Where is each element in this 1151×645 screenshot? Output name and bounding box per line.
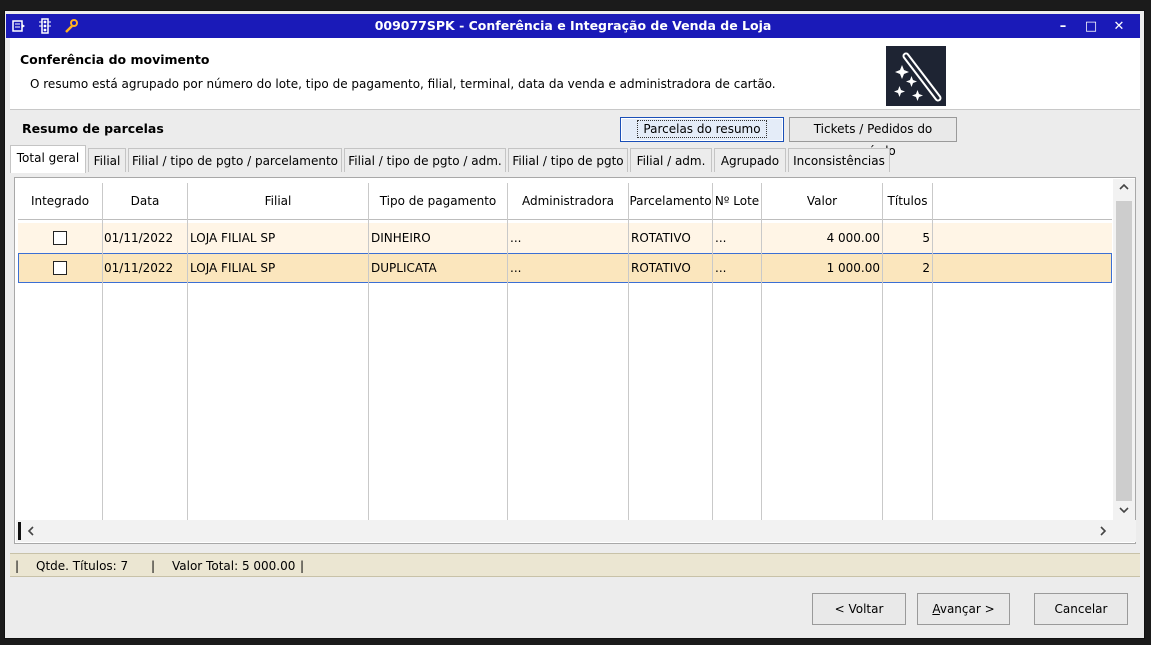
tab-agrupado[interactable]: Agrupado (714, 148, 786, 172)
cell-titulos: 2 (922, 261, 930, 275)
cell-tipo: DUPLICATA (371, 261, 437, 275)
cell-filial: LOJA FILIAL SP (190, 261, 276, 275)
column-header-administradora[interactable]: Administradora (508, 183, 629, 219)
cell-tipo: DINHEIRO (371, 231, 431, 245)
magic-wand-icon (886, 46, 946, 106)
cell-parcelamento: ROTATIVO (631, 261, 691, 275)
scroll-down-icon[interactable] (1118, 504, 1130, 519)
minimize-button[interactable]: – (1052, 15, 1074, 37)
header-divider (18, 219, 1112, 220)
maximize-button[interactable]: □ (1080, 15, 1102, 37)
cell-adm: ... (510, 261, 522, 275)
column-header-integrado[interactable]: Integrado (18, 183, 103, 219)
next-button[interactable]: Avançar > (917, 593, 1010, 625)
header-title: Conferência do movimento (20, 52, 210, 67)
cell-lote: ... (715, 261, 727, 275)
cancel-button[interactable]: Cancelar (1034, 593, 1128, 625)
cell-adm: ... (510, 231, 522, 245)
scroll-left-icon[interactable] (26, 525, 36, 541)
header-description: O resumo está agrupado por número do lot… (30, 77, 776, 91)
cell-data: 01/11/2022 (104, 231, 174, 245)
cell-lote: ... (715, 231, 727, 245)
next-mnemonic: A (932, 602, 940, 616)
integrado-checkbox[interactable] (53, 231, 67, 245)
column-header-parcelamento[interactable]: Parcelamento (629, 183, 713, 219)
horizontal-scroll-thumb[interactable] (18, 522, 21, 540)
column-header-data[interactable]: Data (103, 183, 188, 219)
window-title: 009077SPK - Conferência e Integração de … (374, 18, 772, 33)
column-header-filial[interactable]: Filial (188, 183, 369, 219)
integrado-checkbox[interactable] (53, 261, 67, 275)
grid-body: Integrado Data Filial Tipo de pagamento … (18, 183, 1112, 520)
status-valor-total: Valor Total: 5 000.00 (172, 559, 296, 573)
column-divider (507, 183, 508, 520)
tickets-pedidos-button[interactable]: Tickets / Pedidos do período (789, 117, 957, 158)
cell-data: 01/11/2022 (104, 261, 174, 275)
cell-filial: LOJA FILIAL SP (190, 231, 276, 245)
column-divider (628, 183, 629, 520)
status-separator: | (300, 559, 305, 573)
section-title: Resumo de parcelas (22, 121, 164, 136)
column-header-valor[interactable]: Valor (762, 183, 883, 219)
cell-parcelamento: ROTATIVO (631, 231, 691, 245)
column-divider (187, 183, 188, 520)
status-separator: | (15, 559, 20, 573)
tab-filial[interactable]: Filial (88, 148, 126, 172)
app-window: 009077SPK - Conferência e Integração de … (0, 0, 1151, 645)
column-divider (368, 183, 369, 520)
column-divider (761, 183, 762, 520)
column-divider (102, 183, 103, 520)
cell-valor: 4 000.00 (826, 231, 880, 245)
column-divider (882, 183, 883, 520)
column-divider (712, 183, 713, 520)
column-divider (932, 183, 933, 520)
next-label: vançar > (939, 602, 995, 616)
scroll-right-icon[interactable] (1098, 525, 1108, 541)
vertical-scroll-thumb[interactable] (1116, 201, 1132, 501)
cell-valor: 1 000.00 (826, 261, 880, 275)
column-header-titulos[interactable]: Títulos (883, 183, 933, 219)
back-button[interactable]: < Voltar (812, 593, 906, 625)
horizontal-scrollbar[interactable] (16, 520, 1136, 542)
cell-titulos: 5 (922, 231, 930, 245)
scroll-up-icon[interactable] (1118, 181, 1130, 196)
column-header-lote[interactable]: Nº Lote (713, 183, 762, 219)
tab-inconsistencias[interactable]: Inconsistências (788, 148, 890, 172)
tab-filial-adm[interactable]: Filial / adm. (630, 148, 712, 172)
tab-filial-tipo-pgto-parcelamento[interactable]: Filial / tipo de pgto / parcelamento (128, 148, 342, 172)
column-header-tipo-pagamento[interactable]: Tipo de pagamento (369, 183, 508, 219)
summary-grid: Integrado Data Filial Tipo de pagamento … (14, 177, 1136, 544)
table-row[interactable]: 01/11/2022 LOJA FILIAL SP DUPLICATA ... … (18, 253, 1112, 283)
vertical-scrollbar[interactable] (1113, 179, 1135, 520)
close-button[interactable]: ✕ (1108, 15, 1130, 37)
table-row[interactable]: 01/11/2022 LOJA FILIAL SP DINHEIRO ... R… (18, 223, 1112, 253)
tab-total-geral[interactable]: Total geral (10, 145, 86, 173)
title-bar: 009077SPK - Conferência e Integração de … (6, 14, 1140, 38)
status-qtde-titulos: Qtde. Títulos: 7 (36, 559, 129, 573)
tab-filial-tipo-pgto-adm[interactable]: Filial / tipo de pgto / adm. (344, 148, 506, 172)
parcelas-do-resumo-label: Parcelas do resumo (637, 120, 767, 138)
wizard-header: Conferência do movimento O resumo está a… (10, 38, 1140, 110)
status-bar: | Qtde. Títulos: 7 | Valor Total: 5 000.… (10, 553, 1140, 577)
parcelas-do-resumo-button[interactable]: Parcelas do resumo (620, 117, 784, 142)
tab-filial-tipo-pgto[interactable]: Filial / tipo de pgto (508, 148, 628, 172)
status-separator: | (151, 559, 156, 573)
